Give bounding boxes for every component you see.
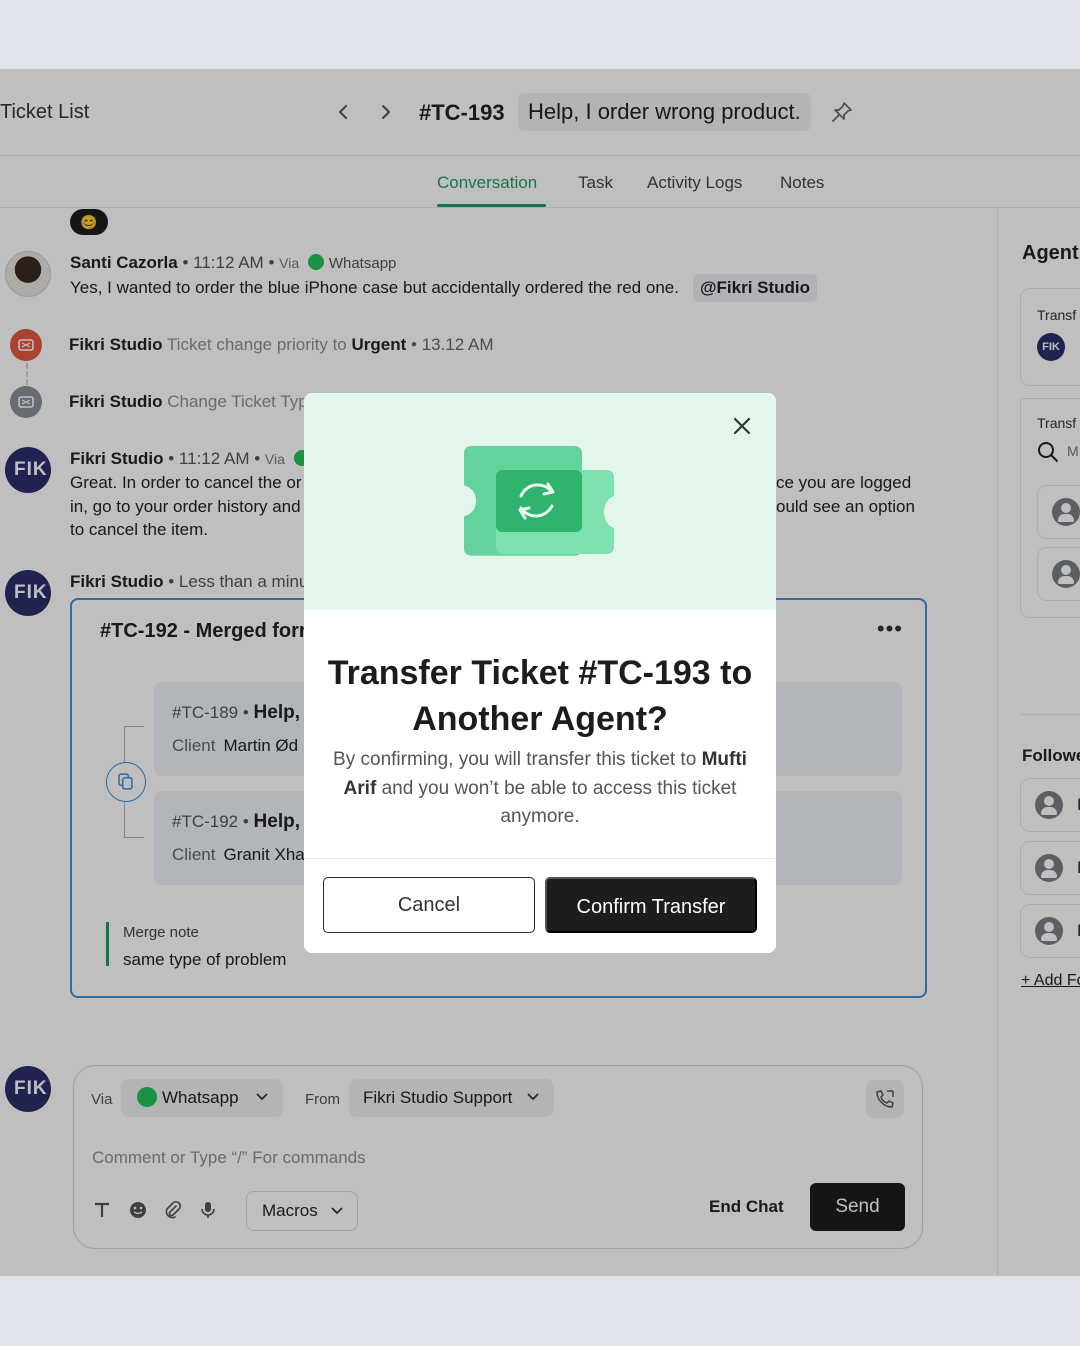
divider [304, 858, 776, 859]
modal-description: By confirming, you will transfer this ti… [328, 746, 752, 832]
description-text: and you won’t be able to access this tic… [381, 777, 737, 828]
modal-title: Transfer Ticket #TC-193 to Another Agent… [327, 654, 753, 738]
modal-illustration-area [304, 393, 776, 610]
close-icon[interactable] [731, 415, 753, 437]
cancel-button[interactable]: Cancel [323, 877, 535, 933]
transfer-ticket-modal: Transfer Ticket #TC-193 to Another Agent… [304, 393, 776, 953]
confirm-transfer-button[interactable]: Confirm Transfer [545, 877, 757, 933]
ticket-transfer-icon [464, 446, 614, 556]
description-text: By confirming, you will transfer this ti… [333, 749, 697, 770]
